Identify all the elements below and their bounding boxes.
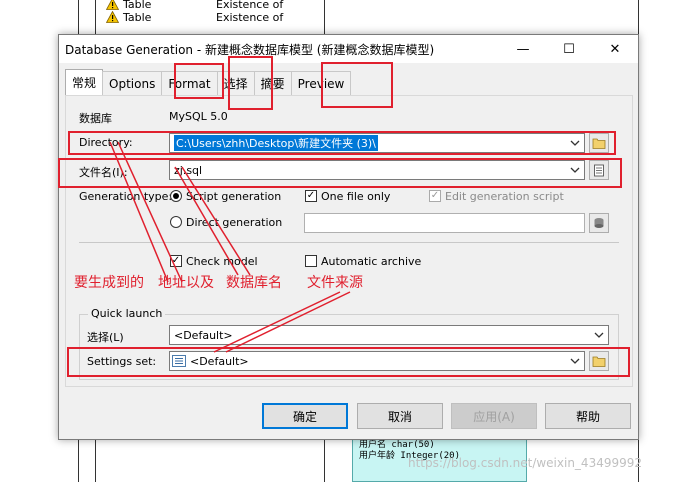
annotation-text-dbname: 数据库名 xyxy=(226,275,282,291)
annotation-connector-lines xyxy=(109,141,351,353)
annotation-text-file-source: 文件来源 xyxy=(307,275,363,291)
annotation-text-address: 地址以及 xyxy=(158,275,214,291)
annotation-text-target: 要生成到的 xyxy=(74,275,144,291)
